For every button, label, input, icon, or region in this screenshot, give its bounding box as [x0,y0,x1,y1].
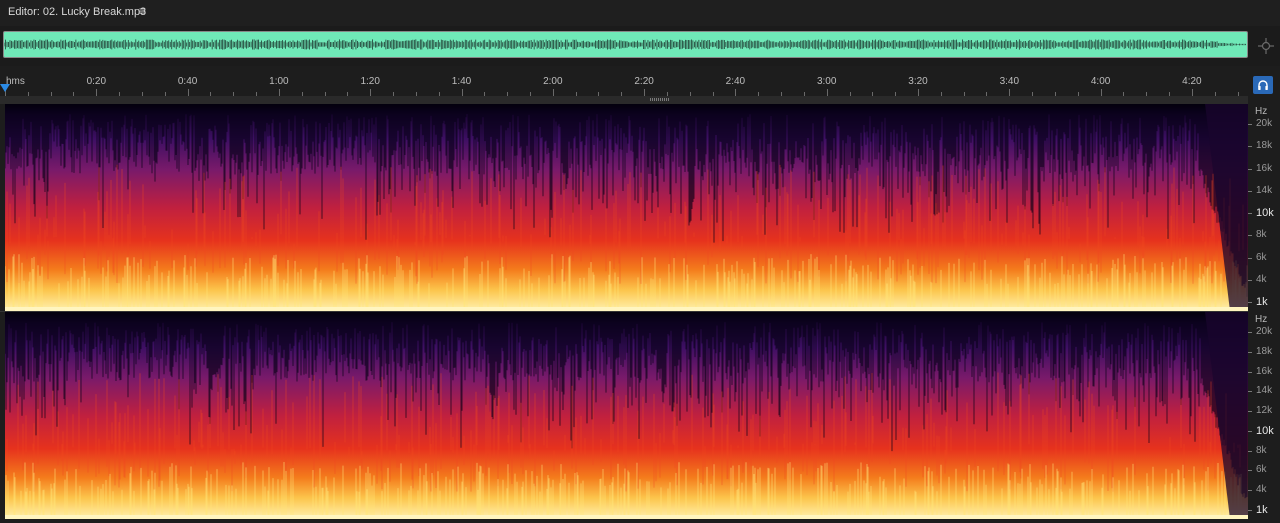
headphones-icon[interactable] [1253,76,1273,94]
ruler-tick [96,89,98,96]
frequency-tick-label: 20k [1256,326,1273,337]
overview-navigator [0,26,1280,66]
frequency-unit-label: Hz [1255,314,1268,325]
frequency-tick [1248,213,1252,214]
frequency-tick [1248,391,1252,393]
frequency-tick-label: 10k [1256,424,1274,437]
ruler-time-label: 3:40 [999,76,1020,87]
frequency-tick-label: 8k [1256,444,1267,456]
frequency-axis-right[interactable]: Hz 20k 18k 16k 14k 12k 10k 8k 6k 4k 1k [1248,312,1280,523]
frequency-tick [1248,146,1252,148]
overview-waveform [4,39,1246,50]
frequency-tick-label: 8k [1256,229,1267,241]
ruler-time-label: 2:00 [543,76,563,87]
zoom-navigator-icon[interactable] [1257,37,1275,55]
playhead-marker[interactable] [0,84,10,92]
ruler-time-label: 2:20 [634,76,654,87]
frequency-tick-label: 16k [1256,162,1273,174]
ruler-time-label: 3:20 [908,76,928,87]
frequency-tick-label: 20k [1256,118,1273,129]
bottom-edge [0,519,1248,523]
ruler-time-label: 0:40 [177,76,198,87]
frequency-tick [1248,302,1252,303]
ruler-time-label: 4:20 [1182,76,1202,87]
ruler-tick [918,89,919,96]
frequency-tick [1248,450,1252,452]
editor-title-bar: Editor: 02. Lucky Break.mp3 ≡ [0,0,1280,26]
ruler-tick [552,89,554,96]
vertical-zoom-strip [0,96,1248,104]
frequency-tick [1248,430,1252,432]
frequency-tick-label: 14k [1256,385,1273,397]
frequency-tick [1248,279,1252,281]
frequency-tick-label: 4k [1256,273,1267,285]
frequency-tick [1248,235,1252,237]
frequency-tick [1248,490,1252,492]
frequency-tick-label: 4k [1256,484,1267,496]
frequency-tick-label: 18k [1256,345,1273,357]
frequency-tick-label: 1k [1256,504,1268,516]
frequency-tick [1248,351,1252,353]
ruler-tick [644,89,646,96]
frequency-tick [1248,411,1252,413]
ruler-time-label: 3:00 [816,76,837,87]
overview-viewport[interactable] [3,31,1248,58]
frequency-tick-label: 6k [1256,464,1267,476]
ruler-time-label: 2:40 [725,76,746,87]
ruler-time-label: 1:00 [269,76,289,87]
ruler-tick [1100,89,1102,96]
ruler-time-label: 1:20 [360,76,380,87]
frequency-tick-label: 6k [1256,251,1267,263]
frequency-axis-left[interactable]: Hz 20k 18k 16k 14k 10k 8k 6k 4k 1k [1248,104,1280,311]
frequency-tick-label: 14k [1256,184,1273,196]
frequency-tick [1248,470,1252,472]
ruler-tick [826,89,828,96]
frequency-tick-label: 1k [1256,296,1268,308]
frequency-tick-label: 10k [1256,207,1274,219]
ruler-tick [370,89,372,96]
frequency-tick-label: 16k [1256,365,1273,377]
frequency-unit-label: Hz [1255,106,1268,117]
frequency-tick [1248,510,1252,511]
ruler-time-label: 4:00 [1090,76,1111,87]
frequency-tick-label: 12k [1256,405,1273,417]
editor-title: Editor: 02. Lucky Break.mp3 [8,6,147,18]
frequency-tick-label: 18k [1256,140,1273,152]
time-ruler[interactable]: hms 0:20 0:40 1:00 1:20 1:40 2:00 2:20 2:40 3:00… [0,72,1248,96]
spectral-channel-left[interactable] [5,104,1248,311]
ruler-tick [1009,89,1011,96]
frequency-tick [1248,332,1252,333]
spectral-channel-right[interactable] [5,312,1248,519]
ruler-time-label: 0:20 [86,76,107,87]
ruler-time-label: 1:40 [451,76,472,87]
hamburger-menu-icon[interactable]: ≡ [139,4,146,18]
panel-resize-grip[interactable] [650,98,670,101]
frequency-tick [1248,190,1252,192]
ruler-tick [461,89,463,96]
frequency-tick [1248,168,1252,170]
ruler-tick [735,89,737,96]
ruler-tick [278,89,280,96]
frequency-tick [1248,371,1252,373]
ruler-tick [187,89,189,96]
frequency-tick [1248,257,1252,259]
ruler-tick [1191,89,1193,96]
frequency-tick [1248,124,1252,125]
